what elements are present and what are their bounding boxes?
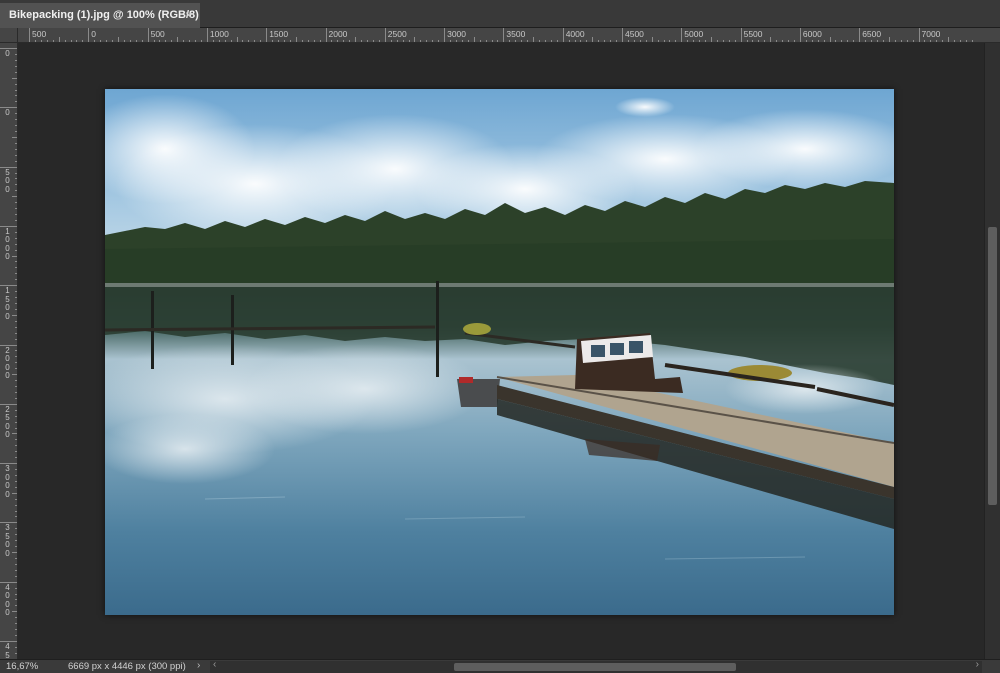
- ruler-label: 5500: [743, 29, 763, 39]
- photo-canvas[interactable]: [105, 89, 894, 615]
- photoshop-document-window: Bikepacking (1).jpg @ 100% (RGB/8) × 500…: [0, 0, 1000, 673]
- ruler-label: 2500: [5, 404, 10, 440]
- ruler-label: 1000: [209, 29, 229, 39]
- ruler-label: 0: [91, 29, 97, 39]
- ruler-major-tick: [681, 28, 683, 42]
- ruler-label: 2000: [5, 345, 10, 380]
- ruler-label: 1000: [5, 226, 10, 262]
- ruler-major-tick: [918, 28, 920, 42]
- ruler-major-tick: [206, 28, 208, 42]
- ruler-label: 5000: [684, 29, 704, 39]
- ruler-label: 7000: [921, 29, 941, 39]
- document-tab-title: Bikepacking (1).jpg @ 100% (RGB/8): [9, 9, 199, 21]
- document-tab-bar: Bikepacking (1).jpg @ 100% (RGB/8) ×: [0, 0, 1000, 28]
- ruler-label: 500: [5, 167, 10, 194]
- ruler-major-tick: [740, 28, 742, 42]
- ruler-major-tick: [325, 28, 327, 42]
- ruler-label: 3000: [447, 29, 467, 39]
- ruler-major-tick: [29, 28, 30, 42]
- ruler-label: 500: [150, 29, 165, 39]
- close-icon[interactable]: ×: [185, 3, 192, 28]
- ruler-label: 0: [5, 49, 10, 58]
- document-tab[interactable]: Bikepacking (1).jpg @ 100% (RGB/8) ×: [0, 3, 200, 28]
- ruler-label: 1500: [269, 29, 289, 39]
- ruler-label: 1500: [5, 286, 10, 321]
- ruler-label: 6500: [862, 29, 882, 39]
- ruler-major-tick: [266, 28, 268, 42]
- ruler-label: 4500: [625, 29, 644, 39]
- ruler-label: 4000: [565, 29, 585, 39]
- chevron-right-icon[interactable]: ›: [197, 660, 200, 671]
- ruler-label: 3500: [5, 523, 10, 558]
- horizontal-scroll-thumb[interactable]: [454, 663, 736, 671]
- status-bar: 16,67% 6669 px x 4446 px (300 ppi) › ‹ ›: [0, 659, 1000, 673]
- horizontal-scrollbar[interactable]: ‹ ›: [210, 659, 982, 673]
- ruler-major-tick: [444, 28, 446, 42]
- ruler-label: 0: [5, 108, 10, 118]
- ruler-major-tick: [562, 28, 564, 42]
- ruler-label: 4500: [5, 642, 10, 659]
- ruler-label: 2500: [387, 29, 407, 39]
- zoom-level-field[interactable]: 16,67%: [6, 661, 38, 672]
- ruler-major-tick: [147, 28, 149, 42]
- horizontal-ruler[interactable]: 500 0 500 1000 1500 2000 2500 3000 3500 4000 4500 5…: [18, 28, 1000, 43]
- scroll-right-icon[interactable]: ›: [976, 659, 979, 670]
- ruler-label: 6000: [802, 29, 822, 39]
- scroll-left-icon[interactable]: ‹: [213, 659, 216, 670]
- ruler-label: 4000: [5, 582, 10, 618]
- vertical-scrollbar[interactable]: [984, 43, 1000, 659]
- ruler-major-tick: [503, 28, 505, 42]
- lake-dock-photo: [105, 89, 894, 615]
- ruler-label: 3500: [506, 29, 526, 39]
- document-info: 6669 px x 4446 px (300 ppi): [68, 661, 186, 672]
- ruler-label: 500: [32, 29, 47, 39]
- ruler-major-tick: [622, 28, 623, 42]
- vertical-ruler[interactable]: 0 0 500 1000 1500 2000 2500 3000 3500 4000 4500: [0, 43, 18, 659]
- ruler-major-tick: [384, 28, 386, 42]
- ruler-label: 2000: [328, 29, 348, 39]
- ruler-label: 3000: [5, 464, 10, 499]
- vertical-scroll-thumb[interactable]: [988, 227, 997, 505]
- ruler-origin-corner[interactable]: [0, 28, 18, 43]
- ruler-major-tick: [88, 28, 90, 42]
- ruler-major-tick: [799, 28, 801, 42]
- ruler-major-tick: [859, 28, 861, 42]
